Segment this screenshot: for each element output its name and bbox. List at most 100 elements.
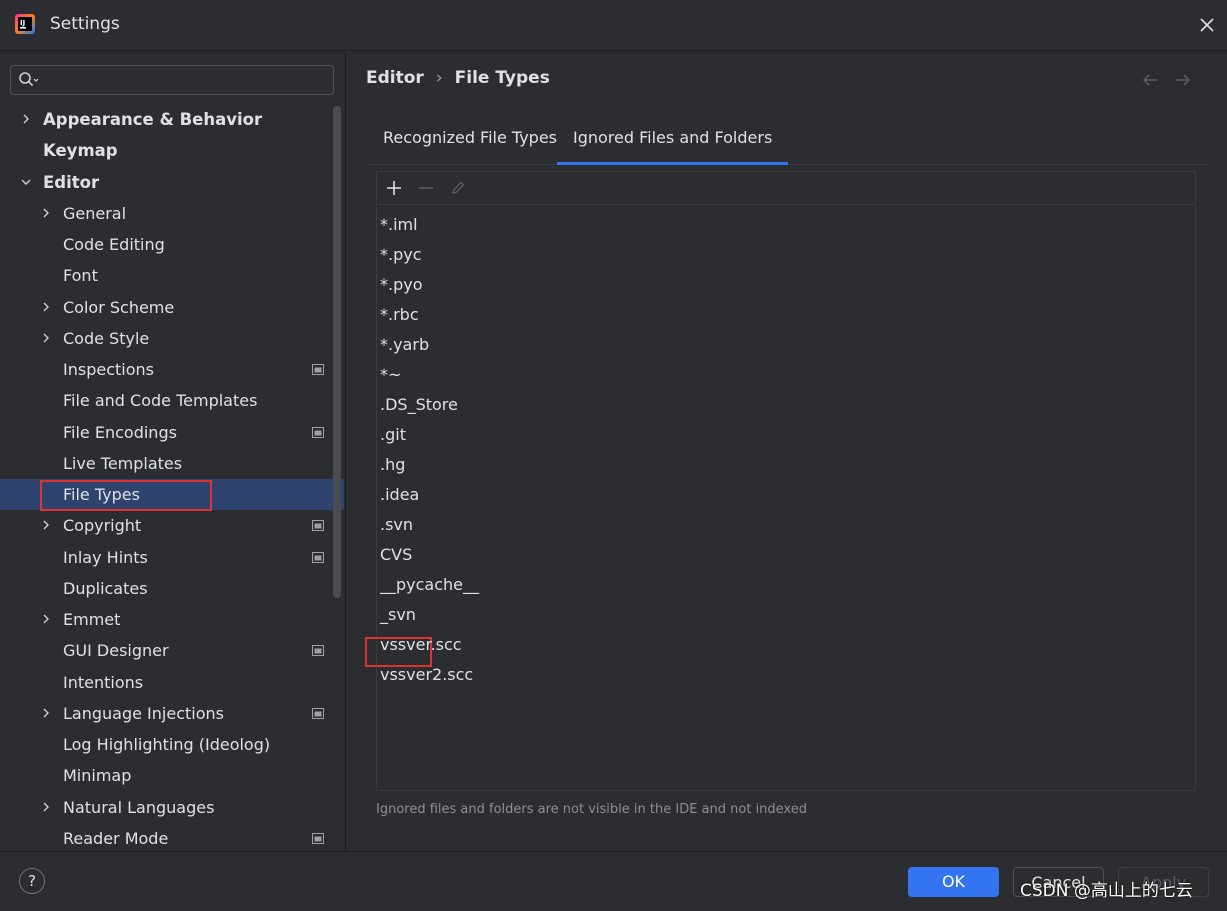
project-scope-icon <box>312 552 324 563</box>
sidebar-item-minimap[interactable]: Minimap <box>0 760 344 791</box>
breadcrumb: Editor › File Types <box>366 68 550 88</box>
svg-text:IJ: IJ <box>20 19 25 27</box>
sidebar-scrollbar[interactable] <box>333 106 341 598</box>
sidebar-item-label: Editor <box>43 173 100 192</box>
sidebar-item-reader-mode[interactable]: Reader Mode <box>0 823 344 851</box>
sidebar-item-code-style[interactable]: Code Style <box>0 323 344 354</box>
sidebar-item-general[interactable]: General <box>0 198 344 229</box>
plus-icon[interactable] <box>385 179 403 197</box>
watermark-text: CSDN @高山上的七云 <box>1020 881 1193 901</box>
minus-icon[interactable] <box>417 179 435 197</box>
sidebar-item-label: Live Templates <box>63 454 183 473</box>
list-item[interactable]: __pycache__ <box>380 570 479 600</box>
list-item[interactable]: *.yarb <box>380 330 429 360</box>
sidebar-item-label: Natural Languages <box>63 798 215 817</box>
list-item[interactable]: .DS_Store <box>380 390 458 420</box>
tab-ignored-files-and-folders[interactable]: Ignored Files and Folders <box>557 118 789 165</box>
sidebar-item-label: Language Injections <box>63 704 224 723</box>
back-arrow-icon[interactable] <box>1141 73 1159 87</box>
sidebar-item-inspections[interactable]: Inspections <box>0 354 344 385</box>
sidebar-item-intentions[interactable]: Intentions <box>0 667 344 698</box>
sidebar-item-duplicates[interactable]: Duplicates <box>0 573 344 604</box>
sidebar-item-label: File and Code Templates <box>63 391 258 410</box>
sidebar-item-label: Inspections <box>63 360 154 379</box>
sidebar-item-inlay-hints[interactable]: Inlay Hints <box>0 542 344 573</box>
sidebar-item-label: Reader Mode <box>63 829 169 848</box>
search-icon <box>19 72 39 87</box>
list-item[interactable]: _svn <box>380 600 416 630</box>
chevron-right-icon[interactable] <box>20 113 32 125</box>
list-item[interactable]: *~ <box>380 360 401 390</box>
sidebar-item-color-scheme[interactable]: Color Scheme <box>0 292 344 323</box>
sidebar-item-label: Appearance & Behavior <box>43 110 263 129</box>
sidebar-item-code-editing[interactable]: Code Editing <box>0 229 344 260</box>
sidebar-item-label: General <box>63 204 127 223</box>
sidebar-item-live-templates[interactable]: Live Templates <box>0 448 344 479</box>
list-item[interactable]: .hg <box>380 450 405 480</box>
sidebar-item-gui-designer[interactable]: GUI Designer <box>0 635 344 666</box>
project-scope-icon <box>312 645 324 656</box>
close-icon[interactable] <box>1196 14 1218 36</box>
settings-sidebar: Appearance & Behavior Keymap Editor General… <box>0 51 346 851</box>
sidebar-item-label: Emmet <box>63 610 121 629</box>
search-input[interactable] <box>45 69 329 91</box>
breadcrumb-parent[interactable]: Editor <box>366 68 424 88</box>
sidebar-item-language-injections[interactable]: Language Injections <box>0 698 344 729</box>
sidebar-item-font[interactable]: Font <box>0 260 344 291</box>
sidebar-item-label: Duplicates <box>63 579 148 598</box>
pencil-icon[interactable] <box>449 179 467 197</box>
sidebar-item-label: File Types <box>63 485 140 504</box>
chevron-down-icon[interactable] <box>20 176 32 188</box>
sidebar-item-copyright[interactable]: Copyright <box>0 510 344 541</box>
tab-recognized-file-types[interactable]: Recognized File Types <box>383 118 557 164</box>
sidebar-item-file-encodings[interactable]: File Encodings <box>0 417 344 448</box>
sidebar-item-label: Inlay Hints <box>63 548 148 567</box>
breadcrumb-current: File Types <box>454 68 550 88</box>
sidebar-item-keymap[interactable]: Keymap <box>0 135 344 166</box>
list-item[interactable]: *.rbc <box>380 300 419 330</box>
ignored-hint-text: Ignored files and folders are not visibl… <box>376 802 807 817</box>
chevron-right-icon[interactable] <box>40 207 52 219</box>
sidebar-item-emmet[interactable]: Emmet <box>0 604 344 635</box>
sidebar-item-log-highlighting-ideolog[interactable]: Log Highlighting (Ideolog) <box>0 729 344 760</box>
list-item[interactable]: CVS <box>380 540 412 570</box>
list-item[interactable]: .svn <box>380 510 413 540</box>
file-types-tabs: Recognized File Types Ignored Files and … <box>366 118 1207 165</box>
chevron-right-icon[interactable] <box>40 613 52 625</box>
sidebar-item-label: Log Highlighting (Ideolog) <box>63 735 271 754</box>
sidebar-item-appearance-behavior[interactable]: Appearance & Behavior <box>0 104 344 135</box>
sidebar-item-file-types[interactable]: File Types <box>0 479 344 510</box>
sidebar-item-editor[interactable]: Editor <box>0 167 344 198</box>
chevron-right-icon[interactable] <box>40 301 52 313</box>
chevron-right-icon[interactable] <box>40 801 52 813</box>
chevron-right-icon[interactable] <box>40 707 52 719</box>
sidebar-item-label: Code Style <box>63 329 150 348</box>
forward-arrow-icon[interactable] <box>1174 73 1192 87</box>
settings-search[interactable] <box>10 65 334 95</box>
list-item[interactable]: .git <box>380 420 406 450</box>
list-item[interactable]: *.pyo <box>380 270 423 300</box>
list-item[interactable]: .idea <box>380 480 419 510</box>
project-scope-icon <box>312 427 324 438</box>
project-scope-icon <box>312 364 324 375</box>
list-item[interactable]: *.pyc <box>380 240 422 270</box>
settings-content: Editor › File Types Recognized File Types … <box>346 51 1227 851</box>
list-item[interactable]: *.iml <box>380 210 418 240</box>
list-item[interactable]: vssver2.scc <box>380 660 473 690</box>
list-item[interactable]: vssver.scc <box>380 630 462 660</box>
intellij-logo-icon: IJ <box>15 14 35 34</box>
sidebar-item-label: File Encodings <box>63 423 177 442</box>
chevron-right-icon[interactable] <box>40 519 52 531</box>
chevron-right-icon[interactable] <box>40 332 52 344</box>
window-title: Settings <box>50 14 120 34</box>
sidebar-item-file-and-code-templates[interactable]: File and Code Templates <box>0 385 344 416</box>
help-button[interactable]: ? <box>19 868 45 894</box>
ok-button[interactable]: OK <box>908 867 999 897</box>
sidebar-item-natural-languages[interactable]: Natural Languages <box>0 792 344 823</box>
sidebar-item-label: Font <box>63 266 98 285</box>
breadcrumb-separator: › <box>435 68 443 88</box>
project-scope-icon <box>312 708 324 719</box>
sidebar-item-label: GUI Designer <box>63 641 169 660</box>
sidebar-item-label: Minimap <box>63 766 132 785</box>
project-scope-icon <box>312 833 324 844</box>
